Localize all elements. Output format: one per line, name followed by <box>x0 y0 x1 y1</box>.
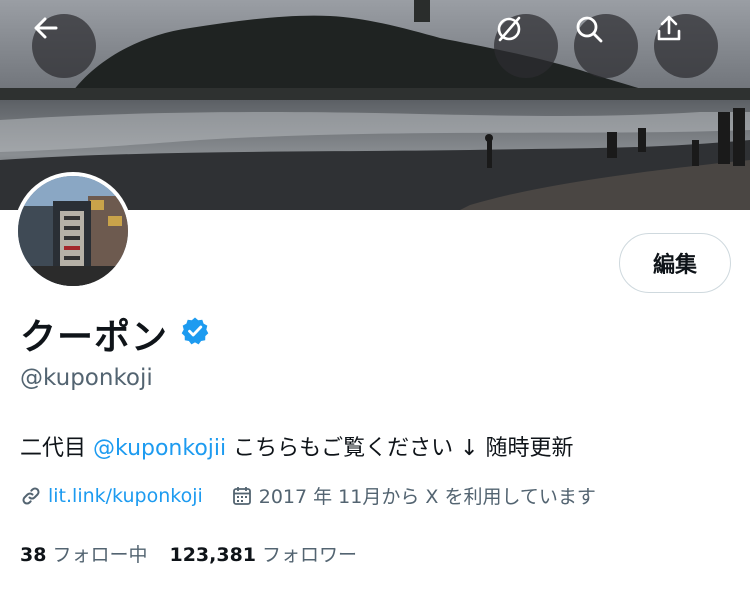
share-button[interactable] <box>654 14 718 78</box>
display-name: クーポン <box>20 317 169 358</box>
verified-badge-icon[interactable] <box>180 314 210 355</box>
handle: @kuponkoji <box>20 365 153 391</box>
following-link[interactable]: 38 フォロー中 <box>20 540 147 567</box>
profile-meta: lit.link/kuponkoji 2017 年 11月から X を利用してい… <box>20 482 596 509</box>
bio: 二代目 @kuponkojii こちらもご覧ください ↓ 随時更新 <box>20 430 574 462</box>
bio-prefix: 二代目 <box>20 436 93 461</box>
followers-label: フォロワー <box>262 544 358 566</box>
joined-date: 2017 年 11月から X を利用しています <box>258 486 596 508</box>
following-count: 38 <box>20 544 47 566</box>
followers-count: 123,381 <box>169 544 257 566</box>
followers-link[interactable]: 123,381 フォロワー <box>169 540 357 567</box>
avatar <box>18 176 128 286</box>
following-label: フォロー中 <box>52 544 148 566</box>
follow-stats: 38 フォロー中 123,381 フォロワー <box>20 540 357 567</box>
bio-suffix: こちらもご覧ください ↓ 随時更新 <box>226 436 574 461</box>
link-icon <box>20 485 42 507</box>
profile-name-row: クーポン <box>20 308 210 360</box>
edit-profile-button[interactable]: 編集 <box>619 233 731 293</box>
no-translate-button[interactable] <box>494 14 558 78</box>
banner-image <box>0 0 750 210</box>
profile-website-link[interactable]: lit.link/kuponkoji <box>48 485 203 507</box>
search-button[interactable] <box>574 14 638 78</box>
profile-banner[interactable] <box>0 0 750 210</box>
bio-mention-link[interactable]: @kuponkojii <box>93 436 226 461</box>
back-button[interactable] <box>32 14 96 78</box>
calendar-icon <box>231 485 253 507</box>
avatar-frame[interactable] <box>14 172 132 290</box>
